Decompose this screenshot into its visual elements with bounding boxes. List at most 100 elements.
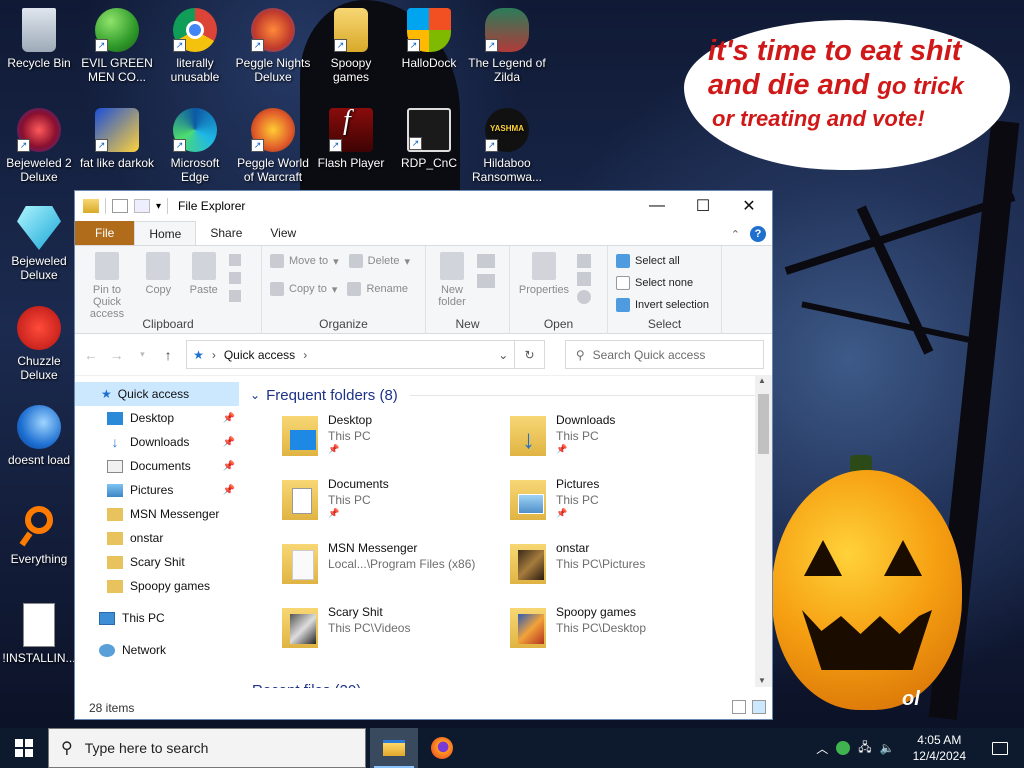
desktop-icon-fat-like-darkok[interactable]: ↗ fat like darkok (78, 108, 156, 170)
people-icon[interactable] (836, 741, 851, 755)
pin-icon[interactable]: 📌 (223, 413, 235, 424)
nav-item-quick-access[interactable]: ★ Quick access (75, 382, 239, 406)
folder-tile-pictures[interactable]: Pictures This PC 📌 (510, 476, 738, 540)
clock[interactable]: 4:05 AM 12/4/2024 (903, 732, 976, 764)
desktop-icon-flash-player[interactable]: f ↗ Flash Player (312, 107, 390, 171)
nav-item-downloads[interactable]: ↓ Downloads 📌 (75, 430, 239, 454)
easy-access-icon[interactable] (477, 274, 496, 288)
tab-file[interactable]: File (75, 221, 135, 245)
folder-tile-desktop[interactable]: Desktop This PC 📌 (282, 412, 510, 476)
desktop-icon-installing[interactable]: !INSTALLIN... (0, 603, 78, 665)
volume-icon[interactable]: 🔈 (880, 741, 895, 755)
taskbar-file-explorer[interactable] (370, 728, 418, 768)
back-icon[interactable]: ← (83, 347, 99, 363)
new-folder-button[interactable]: New folder (430, 250, 474, 308)
desktop-icon-doesnt-load[interactable]: doesnt load (0, 405, 78, 467)
search-box[interactable]: ⚲ Search Quick access (564, 340, 765, 369)
forward-icon[interactable]: → (109, 347, 125, 363)
desktop-icon-evil-green-men[interactable]: ↗ EVIL GREEN MEN CO... (78, 8, 156, 84)
up-icon[interactable]: ↑ (160, 347, 176, 363)
vertical-scrollbar[interactable]: ▲ ▼ (755, 376, 772, 687)
notification-center-icon[interactable] (984, 741, 1016, 755)
select-none-button[interactable]: Select none (616, 272, 717, 294)
nav-item-documents[interactable]: Documents 📌 (75, 454, 239, 478)
pin-icon[interactable]: 📌 (223, 461, 235, 472)
move-to-button[interactable]: Move to ▾ (270, 250, 339, 272)
nav-item-msn-messenger[interactable]: MSN Messenger (75, 502, 239, 526)
desktop-icon-peggle-wow[interactable]: ↗ Peggle World of Warcraft (234, 108, 312, 184)
folder-tile-spoopy-games[interactable]: Spoopy games This PC\Desktop (510, 604, 738, 668)
properties-qat-icon[interactable] (112, 199, 128, 213)
tab-share[interactable]: Share (196, 221, 256, 245)
breadcrumb-quick-access[interactable]: Quick access (224, 348, 295, 362)
desktop-icon-legend-of-zilda[interactable]: ↗ The Legend of Zilda (468, 8, 546, 84)
new-item-icon[interactable] (477, 254, 496, 268)
desktop-icon-chrome[interactable]: ↗ literally unusable (156, 8, 234, 84)
folder-tile-documents[interactable]: Documents This PC 📌 (282, 476, 510, 540)
desktop-icon-hildaboo[interactable]: YASHMA ↗ Hildaboo Ransomwa... (468, 108, 546, 184)
new-folder-qat-icon[interactable] (134, 199, 150, 213)
recent-files-header[interactable]: Recent files (20) (252, 682, 361, 688)
chevron-up-icon[interactable]: ⌃ (731, 228, 740, 241)
cut-icon[interactable] (229, 254, 242, 266)
copy-path-icon[interactable] (229, 272, 242, 284)
paste-button[interactable]: Paste (182, 250, 226, 296)
folder-tile-onstar[interactable]: onstar This PC\Pictures (510, 540, 738, 604)
nav-item-onstar[interactable]: onstar (75, 526, 239, 550)
nav-item-scary-shit[interactable]: Scary Shit (75, 550, 239, 574)
taskbar-firefox[interactable] (418, 728, 466, 768)
large-icons-view-icon[interactable] (752, 700, 766, 714)
desktop-icon-bejeweled-deluxe[interactable]: Bejeweled Deluxe (0, 206, 78, 282)
refresh-icon[interactable]: ↻ (515, 340, 545, 369)
pin-to-quick-access-button[interactable]: Pin to Quick access (79, 250, 135, 320)
maximize-button[interactable]: ☐ (680, 191, 726, 221)
recent-locations-icon[interactable]: ▾ (135, 349, 151, 360)
history-icon[interactable] (577, 290, 592, 304)
desktop-icon-bejeweled-2[interactable]: ↗ Bejeweled 2 Deluxe (0, 108, 78, 184)
rename-button[interactable]: Rename (347, 278, 408, 300)
nav-item-network[interactable]: Network (75, 638, 239, 662)
open-icon[interactable] (577, 254, 592, 268)
nav-item-desktop[interactable]: Desktop 📌 (75, 406, 239, 430)
properties-button[interactable]: Properties (514, 250, 574, 296)
start-button[interactable] (0, 728, 48, 768)
delete-button[interactable]: Delete ▾ (348, 250, 410, 272)
desktop-icon-hallodock[interactable]: ↗ HalloDock (390, 8, 468, 70)
minimize-button[interactable]: — (634, 191, 680, 221)
desktop-icon-rdp-cnc[interactable]: ↗ RDP_CnC (390, 108, 468, 170)
nav-item-spoopy-games[interactable]: Spoopy games (75, 574, 239, 598)
close-button[interactable]: ✕ (726, 191, 772, 221)
desktop-icon-peggle-nights[interactable]: ↗ Peggle Nights Deluxe (234, 8, 312, 84)
taskbar-search-box[interactable]: ⚲ Type here to search (48, 728, 366, 768)
customize-qat-icon[interactable]: ▾ (156, 201, 161, 212)
address-dropdown-icon[interactable]: ⌄ (498, 348, 508, 362)
network-status-icon[interactable]: 🖧 (858, 738, 871, 759)
pin-icon[interactable]: 📌 (223, 437, 235, 448)
frequent-folders-header[interactable]: ⌄ Frequent folders (8) (250, 382, 772, 408)
help-icon[interactable]: ? (750, 226, 766, 242)
select-all-button[interactable]: Select all (616, 250, 717, 272)
desktop-icon-recycle-bin[interactable]: Recycle Bin (0, 8, 78, 70)
paste-shortcut-icon[interactable] (229, 290, 242, 302)
chevron-up-icon[interactable]: ︿ (816, 740, 828, 757)
collapse-chevron-icon[interactable]: ⌄ (250, 388, 260, 402)
tab-view[interactable]: View (256, 221, 310, 245)
folder-tile-downloads[interactable]: ↓ Downloads This PC 📌 (510, 412, 738, 476)
scrollbar-thumb[interactable] (758, 394, 769, 454)
copy-button[interactable]: Copy (138, 250, 178, 296)
nav-item-this-pc[interactable]: This PC (75, 606, 239, 630)
details-view-icon[interactable] (732, 700, 746, 714)
copy-to-button[interactable]: Copy to ▾ (270, 278, 337, 300)
breadcrumb-chevron-icon[interactable]: › (303, 348, 307, 362)
invert-selection-button[interactable]: Invert selection (616, 294, 717, 316)
folder-tile-msn-messenger[interactable]: MSN Messenger Local...\Program Files (x86… (282, 540, 510, 604)
desktop-icon-microsoft-edge[interactable]: ↗ Microsoft Edge (156, 108, 234, 184)
edit-icon[interactable] (577, 272, 592, 286)
nav-item-pictures[interactable]: Pictures 📌 (75, 478, 239, 502)
address-bar[interactable]: ★ › Quick access › ⌄ (186, 340, 516, 369)
pin-icon[interactable]: 📌 (223, 485, 235, 496)
desktop-icon-everything[interactable]: Everything (0, 504, 78, 566)
desktop-icon-spoopy-games[interactable]: ↗ Spoopy games (312, 8, 390, 84)
tab-home[interactable]: Home (134, 221, 197, 245)
folder-tile-scary-shit[interactable]: Scary Shit This PC\Videos (282, 604, 510, 668)
